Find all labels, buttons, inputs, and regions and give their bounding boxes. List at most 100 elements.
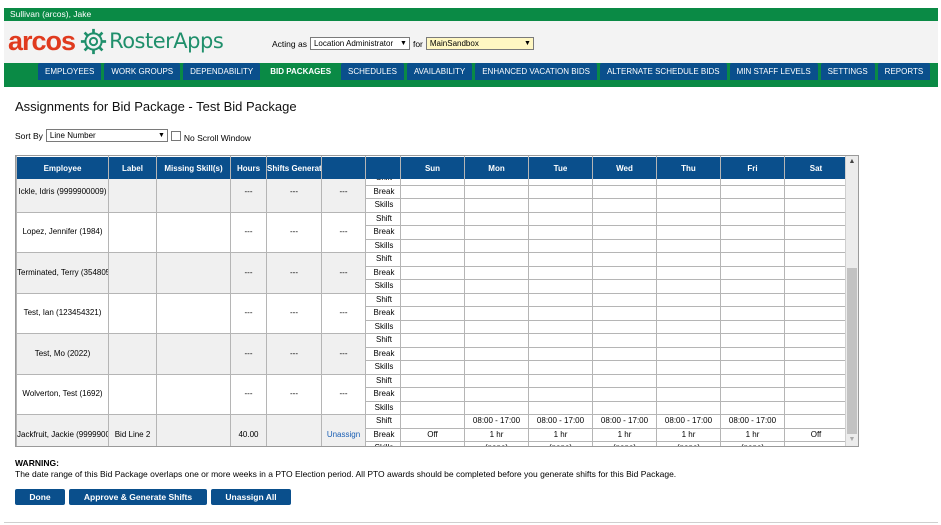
done-button[interactable]: Done bbox=[15, 489, 65, 505]
day-cell bbox=[528, 198, 593, 213]
row-type-label: Skills bbox=[365, 319, 401, 334]
day-cell bbox=[528, 333, 593, 348]
day-cell bbox=[528, 306, 593, 321]
tab-availability[interactable]: AVAILABILITY bbox=[406, 63, 473, 80]
missing-skills-cell bbox=[156, 211, 231, 253]
day-cell bbox=[784, 238, 848, 253]
employee-cell: Lopez, Jennifer (1984) bbox=[16, 211, 109, 253]
column-header: Employee bbox=[16, 156, 109, 180]
day-cell bbox=[720, 306, 785, 321]
unassign-all-button[interactable]: Unassign All bbox=[211, 489, 291, 505]
tab-work-groups[interactable]: WORK GROUPS bbox=[104, 63, 181, 80]
column-header: Tue bbox=[528, 156, 593, 180]
day-cell bbox=[784, 319, 848, 334]
day-cell bbox=[592, 252, 657, 267]
day-cell bbox=[720, 333, 785, 348]
day-cell bbox=[464, 306, 529, 321]
day-cell bbox=[400, 333, 465, 348]
page-title: Assignments for Bid Package - Test Bid P… bbox=[15, 99, 297, 114]
day-cell bbox=[528, 252, 593, 267]
tab-reports[interactable]: REPORTS bbox=[877, 63, 931, 80]
day-cell bbox=[784, 387, 848, 402]
day-cell bbox=[784, 279, 848, 294]
tab-min-staff-levels[interactable]: MIN STAFF LEVELS bbox=[729, 63, 818, 80]
day-cell bbox=[528, 211, 593, 226]
logo-arcos-text: arcos bbox=[8, 25, 76, 56]
day-cell bbox=[400, 414, 465, 429]
warning-title: WARNING: bbox=[15, 458, 59, 468]
column-header: Shifts Generated bbox=[266, 156, 322, 180]
day-cell bbox=[720, 184, 785, 199]
day-cell bbox=[784, 198, 848, 213]
assignments-grid: Employee Label Missing Skill(s) Hours Shifts… bbox=[15, 155, 859, 447]
tab-schedules[interactable]: SCHEDULES bbox=[341, 63, 404, 80]
location-select[interactable]: MainSandbox ▼ bbox=[425, 37, 534, 50]
day-cell bbox=[464, 360, 529, 375]
day-cell bbox=[400, 346, 465, 361]
approve-generate-button[interactable]: Approve & Generate Shifts bbox=[69, 489, 207, 505]
shifts-generated-cell: --- bbox=[266, 373, 322, 415]
day-cell bbox=[656, 346, 721, 361]
day-cell: Off bbox=[784, 427, 848, 442]
missing-skills-cell bbox=[156, 292, 231, 334]
tab-employees[interactable]: EMPLOYEES bbox=[38, 63, 102, 80]
acting-as-label: Acting as bbox=[272, 38, 307, 49]
day-cell bbox=[784, 184, 848, 199]
table-row: Lopez, Jennifer (1984) --- --- --- Shift bbox=[16, 211, 848, 253]
shifts-generated-cell: --- bbox=[266, 333, 322, 375]
day-cell bbox=[400, 211, 465, 226]
day-cell bbox=[784, 414, 848, 429]
scroll-up-icon[interactable]: ▲ bbox=[846, 156, 858, 168]
day-cell bbox=[656, 198, 721, 213]
day-cell bbox=[464, 333, 529, 348]
day-cell bbox=[784, 211, 848, 226]
table-row: Terminated, Terry (35480598340)---------… bbox=[16, 252, 848, 294]
no-scroll-checkbox[interactable] bbox=[170, 130, 181, 141]
user-name: Sullivan (arcos), Jake bbox=[10, 9, 92, 19]
day-cell bbox=[784, 360, 848, 375]
scrollbar-thumb[interactable] bbox=[847, 268, 857, 434]
row-type-label: Break bbox=[365, 184, 401, 199]
day-cell bbox=[592, 184, 657, 199]
action-cell: --- bbox=[321, 292, 366, 334]
row-type-label: Break bbox=[365, 346, 401, 361]
day-cell: (none) bbox=[464, 441, 529, 446]
vertical-scrollbar[interactable]: ▲ ▼ bbox=[845, 156, 858, 446]
hours-cell: 40.00 bbox=[230, 414, 267, 446]
tab-alternate-schedule-bids[interactable]: ALTERNATE SCHEDULE BIDS bbox=[599, 63, 727, 80]
day-cell bbox=[656, 238, 721, 253]
table-row: Wolverton, Test (1692) --- --- --- Shift bbox=[16, 373, 848, 415]
tab-bid-packages[interactable]: BID PACKAGES bbox=[263, 63, 339, 80]
day-cell bbox=[464, 319, 529, 334]
tab-dependability[interactable]: DEPENDABILITY bbox=[183, 63, 261, 80]
day-cell bbox=[720, 198, 785, 213]
unassign-link[interactable]: Unassign bbox=[321, 414, 366, 446]
label-cell bbox=[108, 373, 157, 415]
day-cell bbox=[656, 400, 721, 415]
day-cell bbox=[400, 279, 465, 294]
rosterapps-gear-icon bbox=[80, 28, 107, 54]
day-cell bbox=[464, 387, 529, 402]
column-header: Wed bbox=[592, 156, 657, 180]
employee-cell: Wolverton, Test (1692) bbox=[16, 373, 109, 415]
tab-enhanced-vacation-bids[interactable]: ENHANCED VACATION BIDS bbox=[475, 63, 597, 80]
label-cell bbox=[108, 333, 157, 375]
scroll-down-icon[interactable]: ▼ bbox=[846, 434, 858, 446]
row-type-label: Skills bbox=[365, 360, 401, 375]
day-cell bbox=[400, 387, 465, 402]
row-type-label: Break bbox=[365, 387, 401, 402]
day-cell bbox=[400, 292, 465, 307]
tab-settings[interactable]: SETTINGS bbox=[820, 63, 875, 80]
hours-cell: --- bbox=[230, 292, 267, 334]
day-cell bbox=[528, 360, 593, 375]
user-bar: Sullivan (arcos), Jake bbox=[4, 8, 938, 21]
acting-as-bar: Acting as Location Administrator ▼ for M… bbox=[272, 37, 534, 50]
day-cell bbox=[720, 387, 785, 402]
column-header: Sun bbox=[400, 156, 465, 180]
sort-by-select[interactable]: Line Number ▼ bbox=[45, 129, 168, 142]
day-cell bbox=[464, 225, 529, 240]
logo-rosterapps-text: RosterApps bbox=[109, 28, 224, 53]
role-select[interactable]: Location Administrator ▼ bbox=[309, 37, 410, 50]
warning-text: The date range of this Bid Package overl… bbox=[15, 469, 677, 479]
column-header: Missing Skill(s) bbox=[156, 156, 231, 180]
